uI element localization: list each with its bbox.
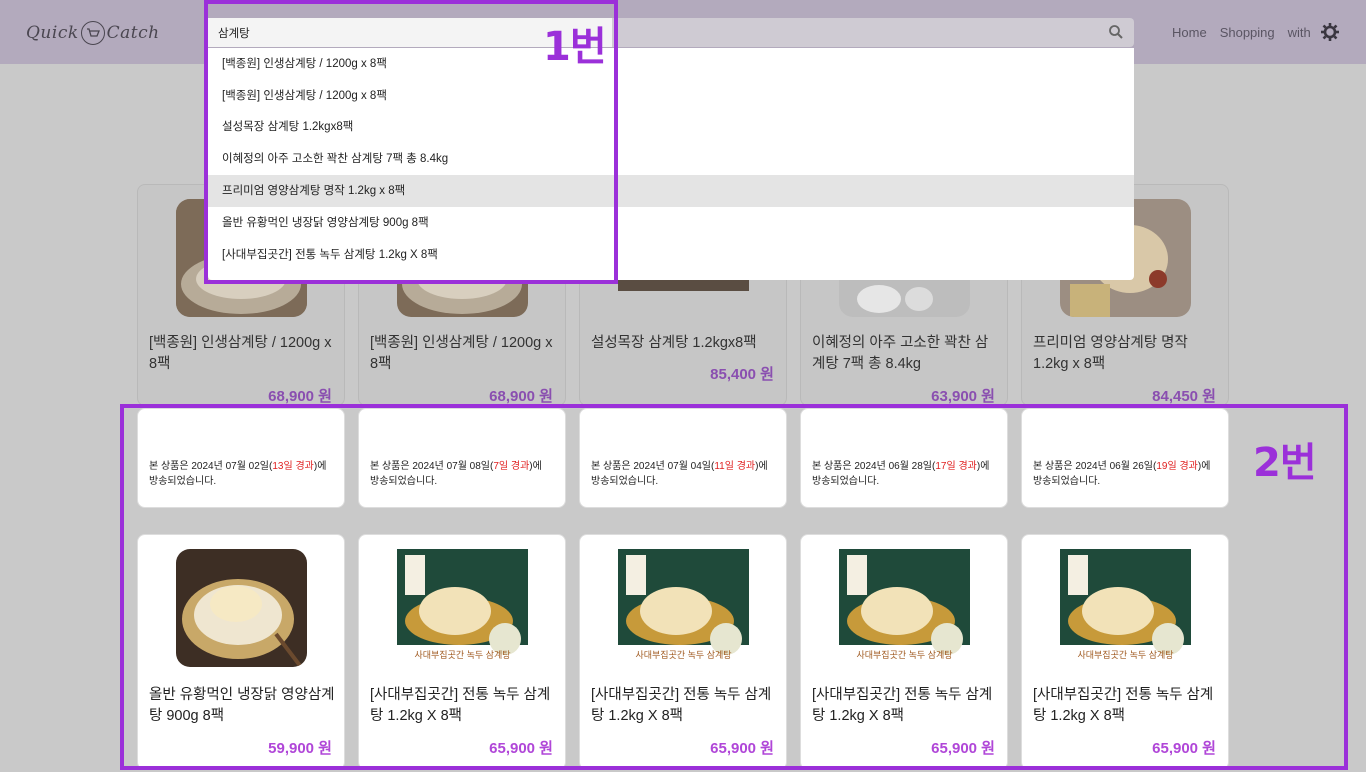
nav-shopping[interactable]: Shopping <box>1220 25 1275 40</box>
product-title: [백종원] 인생삼계탕 / 1200g x 8팩 <box>370 335 553 372</box>
product-price: 63,900 원 <box>931 388 995 405</box>
product-title: [백종원] 인생삼계탕 / 1200g x 8팩 <box>149 335 332 372</box>
annotation-box-2 <box>120 404 1348 770</box>
main-nav: Home Shopping with <box>1172 25 1311 40</box>
product-title: 프리미엄 영양삼계탕 명작 1.2kg x 8팩 <box>1033 335 1188 372</box>
search-icon[interactable] <box>1108 24 1124 40</box>
product-title: 이혜정의 아주 고소한 꽉찬 삼계탕 7팩 총 8.4kg <box>812 335 989 372</box>
annotation-label-1: 1번 <box>543 24 607 70</box>
product-price: 68,900 원 <box>268 388 332 405</box>
product-title: 설성목장 삼계탕 1.2kgx8팩 <box>591 335 757 351</box>
cart-icon <box>80 21 105 45</box>
logo-text-left: Quick <box>26 23 79 43</box>
product-price: 85,400 원 <box>710 366 774 383</box>
nav-with[interactable]: with <box>1288 25 1311 40</box>
logo[interactable]: Quick Catch <box>26 18 160 48</box>
product-price: 68,900 원 <box>489 388 553 405</box>
logo-text-right: Catch <box>106 23 160 43</box>
annotation-label-2: 2번 <box>1253 440 1317 486</box>
nav-home[interactable]: Home <box>1172 25 1207 40</box>
gear-icon[interactable] <box>1320 22 1340 42</box>
product-price: 84,450 원 <box>1152 388 1216 405</box>
